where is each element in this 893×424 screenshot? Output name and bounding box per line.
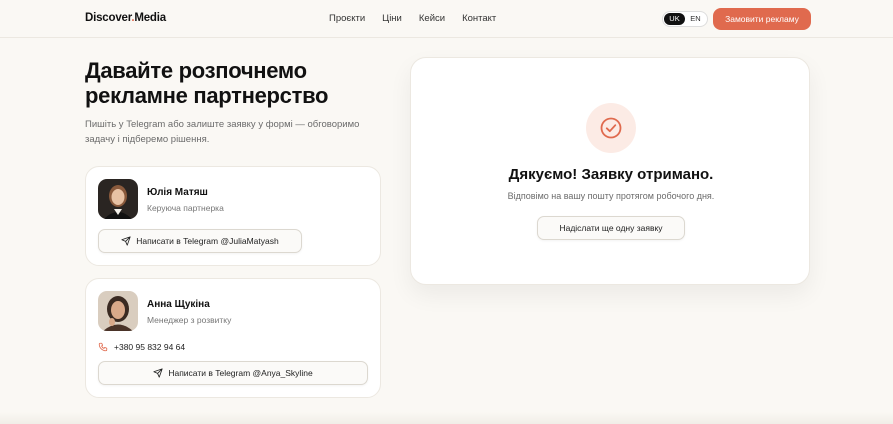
logo-main: Discover — [85, 12, 132, 24]
contact-role: Керуюча партнерка — [147, 203, 224, 213]
contact-card-anna: Анна Щукіна Менеджер з розвитку +380 95 … — [85, 278, 381, 398]
language-switch: UK EN — [662, 11, 708, 27]
avatar-photo-icon — [98, 291, 138, 331]
contact-card-julia: Юлія Матяш Керуюча партнерка Написати в … — [85, 166, 381, 266]
avatar — [98, 179, 138, 219]
nav-prices[interactable]: Ціни — [382, 13, 402, 24]
success-title: Дякуємо! Заявку отримано. — [508, 166, 714, 183]
avatar — [98, 291, 138, 331]
check-circle-icon — [586, 103, 636, 153]
nav-contact[interactable]: Контакт — [462, 13, 496, 24]
order-ad-button[interactable]: Замовити рекламу — [713, 8, 811, 30]
send-icon — [153, 368, 163, 378]
nav-projects[interactable]: Проєкти — [329, 13, 365, 24]
telegram-julia-button[interactable]: Написати в Telegram @JuliaMatyash — [98, 229, 302, 253]
phone-icon — [98, 342, 108, 352]
lang-en[interactable]: EN — [685, 13, 706, 25]
contact-name: Анна Щукіна — [147, 299, 210, 310]
avatar-photo-icon — [98, 179, 138, 219]
success-text: Відповімо на вашу пошту протягом робочог… — [507, 191, 715, 201]
nav-cases[interactable]: Кейси — [419, 13, 445, 24]
telegram-anna-button[interactable]: Написати в Telegram @Anya_Skyline — [98, 361, 368, 385]
logo-tail: Media — [134, 12, 166, 24]
page-title: Давайте розпочнемо рекламне партнерство — [85, 58, 329, 108]
telegram-anna-label: Написати в Telegram @Anya_Skyline — [168, 368, 313, 378]
send-icon — [121, 236, 131, 246]
contact-role: Менеджер з розвитку — [147, 315, 232, 325]
phone-row[interactable]: +380 95 832 94 64 — [98, 342, 185, 352]
contact-name: Юлія Матяш — [147, 187, 208, 198]
telegram-julia-label: Написати в Telegram @JuliaMatyash — [136, 236, 279, 246]
page-subtitle: Пишіть у Telegram або залиште заявку у ф… — [85, 119, 360, 145]
lang-uk[interactable]: UK — [664, 13, 685, 25]
check-icon — [600, 117, 622, 139]
main-nav: Проєкти Ціни Кейси Контакт — [329, 13, 496, 24]
send-another-button[interactable]: Надіслати ще одну заявку — [537, 216, 685, 240]
phone-number: +380 95 832 94 64 — [114, 342, 186, 352]
logo[interactable]: Discover.Media — [85, 12, 166, 24]
bottom-fade — [0, 412, 893, 424]
site-header: Discover.Media Проєкти Ціни Кейси Контак… — [0, 0, 893, 38]
success-panel: Дякуємо! Заявку отримано. Відповімо на в… — [410, 57, 810, 285]
